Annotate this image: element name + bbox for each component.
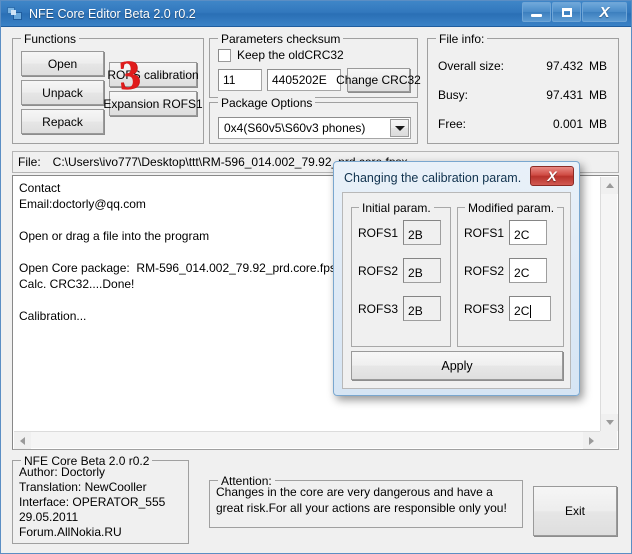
scroll-up-icon[interactable] <box>601 177 618 194</box>
triangle-down-icon <box>605 420 614 425</box>
initial-param-title: Initial param. <box>359 201 434 215</box>
overall-size-value: 97.432 <box>546 59 583 73</box>
triangle-left-icon <box>20 436 25 445</box>
scrollbar-corner <box>600 431 617 448</box>
chevron-down-icon <box>394 125 405 131</box>
initial-rofs3-label: ROFS3 <box>358 301 399 316</box>
free-unit: MB <box>589 117 607 131</box>
crc-counter-input[interactable]: 11 <box>218 69 262 91</box>
initial-rofs1-label: ROFS1 <box>358 225 399 240</box>
application-window: NFE Core Editor Beta 2.0 r0.2 X Function… <box>0 0 632 554</box>
about-forum: Forum.AllNokia.RU <box>19 525 122 539</box>
package-options-dropdown-button[interactable] <box>390 119 409 137</box>
modified-rofs3-row: ROFS3 2C <box>464 296 552 321</box>
log-vertical-scrollbar[interactable] <box>600 177 618 431</box>
file-label: File: <box>18 155 41 169</box>
keep-old-crc32-checkbox[interactable]: Keep the oldCRC32 <box>218 48 344 62</box>
crc-value-input[interactable]: 4405202E <box>267 69 341 91</box>
keep-old-crc32-label: Keep the oldCRC32 <box>237 48 344 62</box>
close-icon: X <box>599 3 610 21</box>
window-controls: X <box>521 2 627 23</box>
text-caret <box>530 305 532 318</box>
modified-rofs1-row: ROFS1 2C <box>464 220 548 245</box>
unpack-button[interactable]: Unpack <box>21 80 104 105</box>
minimize-button[interactable] <box>522 2 551 22</box>
package-options-group: Package Options 0x4(S60v5\S60v3 phones) <box>209 96 418 144</box>
initial-rofs1-value: 2B <box>403 220 442 245</box>
repack-button[interactable]: Repack <box>21 109 104 134</box>
free-label: Free: <box>438 117 467 131</box>
modified-rofs2-input[interactable]: 2C <box>509 258 548 283</box>
attention-group: Attention: Changes in the core are very … <box>209 474 523 528</box>
busy-label: Busy: <box>438 88 469 102</box>
package-options-select[interactable]: 0x4(S60v5\S60v3 phones) <box>218 117 411 139</box>
busy-unit: MB <box>589 88 607 102</box>
overall-size-label: Overall size: <box>438 59 505 73</box>
package-options-selected-value: 0x4(S60v5\S60v3 phones) <box>224 121 366 135</box>
expansion-rofs1-button[interactable]: Expansion ROFS1 <box>103 91 203 116</box>
scroll-left-icon[interactable] <box>14 432 31 449</box>
modified-rofs3-input[interactable]: 2C <box>509 296 552 321</box>
modified-rofs3-label: ROFS3 <box>464 301 505 316</box>
rofs-calibration-button[interactable]: ROFS calibration <box>107 62 199 87</box>
exit-button[interactable]: Exit <box>533 486 617 536</box>
initial-rofs2-row: ROFS2 2B <box>358 258 442 283</box>
initial-param-group: Initial param. ROFS1 2B ROFS2 2B ROFS3 2… <box>351 201 451 347</box>
app-icon <box>7 6 23 22</box>
log-horizontal-scrollbar[interactable] <box>14 431 600 449</box>
maximize-icon <box>561 7 572 17</box>
attention-line-2: great risk.For all your actions are resp… <box>216 501 507 515</box>
about-author: Author: Doctorly <box>19 465 106 479</box>
close-icon: X <box>547 168 557 184</box>
initial-rofs2-value: 2B <box>403 258 442 283</box>
close-button[interactable]: X <box>582 2 627 22</box>
modified-rofs2-row: ROFS2 2C <box>464 258 548 283</box>
dialog-close-button[interactable]: X <box>530 166 574 186</box>
modified-rofs2-label: ROFS2 <box>464 263 505 278</box>
about-date: 29.05.2011 <box>19 510 79 524</box>
checksum-group-title: Parameters checksum <box>218 32 344 46</box>
triangle-up-icon <box>605 183 614 188</box>
functions-group: Functions Open Unpack Repack ROFS calibr… <box>12 32 204 144</box>
dialog-titlebar: Changing the calibration param. X <box>338 166 575 190</box>
initial-rofs3-value: 2B <box>403 296 442 321</box>
change-crc32-button[interactable]: Change CRC32 <box>336 68 421 92</box>
busy-value: 97.431 <box>546 88 583 102</box>
modified-rofs1-label: ROFS1 <box>464 225 505 240</box>
minimize-icon <box>531 13 542 17</box>
modified-rofs1-input[interactable]: 2C <box>509 220 548 245</box>
about-group: NFE Core Beta 2.0 r0.2 Author: Doctorly … <box>12 454 189 544</box>
initial-rofs2-label: ROFS2 <box>358 263 399 278</box>
modified-param-group: Modified param. ROFS1 2C ROFS2 2C ROFS3 … <box>457 201 564 347</box>
window-titlebar: NFE Core Editor Beta 2.0 r0.2 X <box>1 1 631 27</box>
window-title: NFE Core Editor Beta 2.0 r0.2 <box>29 6 196 21</box>
dialog-body: Initial param. ROFS1 2B ROFS2 2B ROFS3 2… <box>342 192 571 389</box>
package-options-group-title: Package Options <box>218 96 316 110</box>
checkbox-box <box>218 48 231 62</box>
file-info-group: File info: Overall size: 97.432 MB Busy:… <box>427 32 619 144</box>
initial-rofs1-row: ROFS1 2B <box>358 220 442 245</box>
maximize-button[interactable] <box>552 2 581 22</box>
checksum-group: Parameters checksum Keep the oldCRC32 11… <box>209 32 421 98</box>
about-interface: Interface: OPERATOR_555 <box>19 495 166 509</box>
triangle-right-icon <box>589 436 594 445</box>
apply-button[interactable]: Apply <box>351 351 563 380</box>
overall-size-unit: MB <box>589 59 607 73</box>
dialog-title: Changing the calibration param. <box>344 171 522 185</box>
functions-group-title: Functions <box>21 32 80 46</box>
modified-param-title: Modified param. <box>465 201 558 215</box>
scroll-down-icon[interactable] <box>601 414 618 431</box>
calibration-dialog: Changing the calibration param. X Initia… <box>333 161 580 396</box>
initial-rofs3-row: ROFS3 2B <box>358 296 442 321</box>
scroll-right-icon[interactable] <box>583 432 600 449</box>
free-value: 0.001 <box>552 117 583 131</box>
modified-rofs3-value: 2C <box>514 304 530 318</box>
open-button[interactable]: Open <box>21 51 104 76</box>
attention-line-1: Changes in the core are very dangerous a… <box>216 485 493 499</box>
about-translation: Translation: NewCooller <box>19 480 147 494</box>
file-info-group-title: File info: <box>436 32 488 46</box>
